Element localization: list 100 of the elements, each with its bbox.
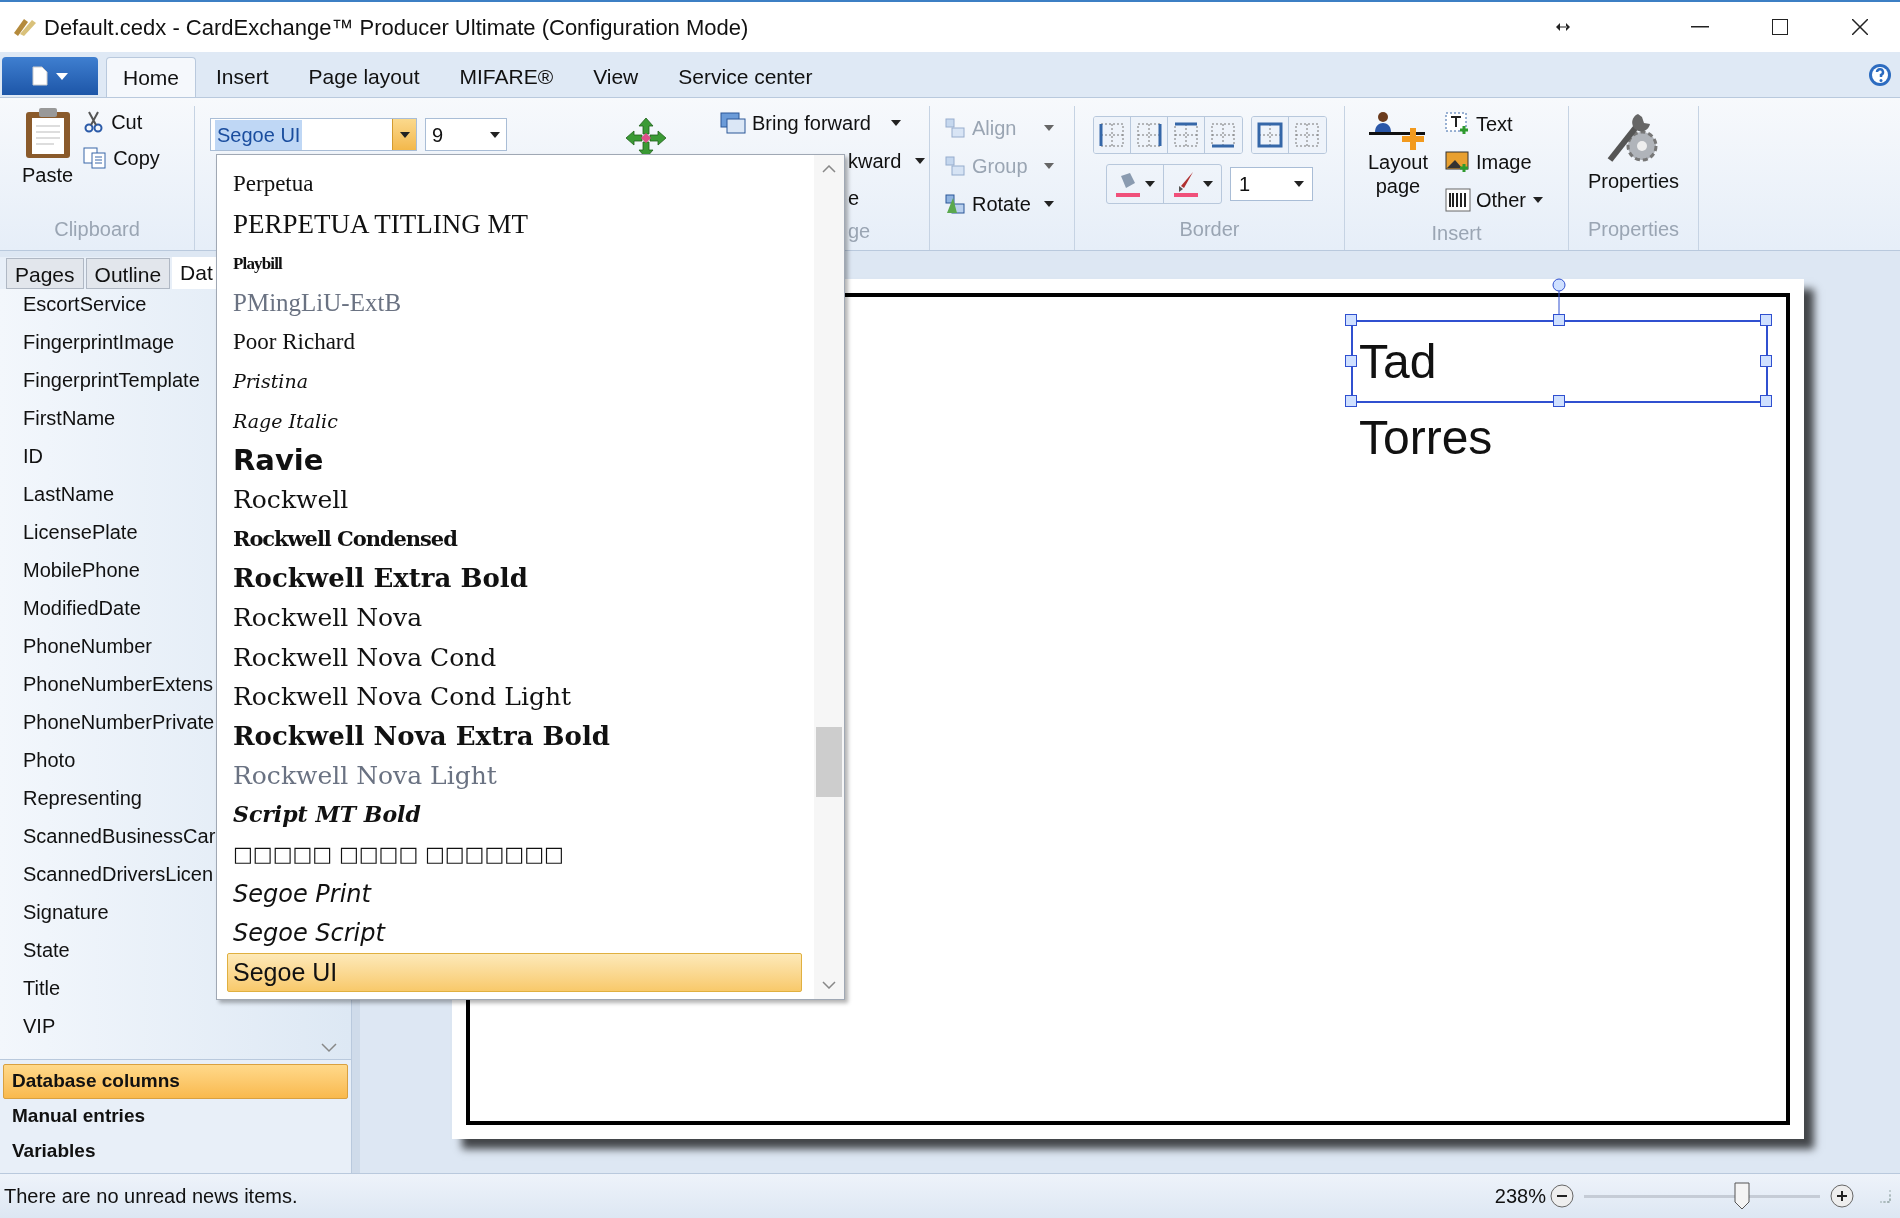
font-option[interactable]: Segoe Print (227, 874, 802, 914)
app-icon (12, 17, 38, 37)
panel-tab[interactable]: Outline (85, 258, 171, 289)
font-option[interactable]: Rage Italic (227, 401, 802, 441)
caret-icon (1044, 163, 1054, 169)
text-field[interactable]: Tad (1359, 331, 1437, 392)
ribbon-button[interactable]: e (848, 180, 860, 216)
zoom-slider[interactable] (1584, 1181, 1820, 1211)
app-menu-button[interactable] (2, 57, 98, 95)
copy-button[interactable]: Copy (83, 142, 160, 174)
caret-icon (1145, 181, 1155, 187)
border-icon (1294, 122, 1320, 148)
font-option[interactable]: Pristina (227, 361, 802, 402)
font-option[interactable]: Rockwell Nova Extra Bold (227, 716, 802, 756)
group-label: Insert (1430, 221, 1483, 246)
group-label: ge (847, 219, 872, 244)
insert-button[interactable]: Image (1445, 144, 1544, 180)
resize-handle[interactable] (1345, 314, 1357, 326)
scroll-down-icon[interactable] (321, 1043, 337, 1053)
resize-handle[interactable] (1345, 395, 1357, 407)
resize-handle[interactable] (1760, 314, 1772, 326)
send-backward-button[interactable]: kward (848, 142, 926, 180)
section-item[interactable]: Variables (3, 1134, 348, 1169)
font-option[interactable]: Segoe UI (227, 952, 802, 993)
caret-icon (399, 131, 410, 138)
caret-icon (1044, 201, 1054, 207)
section-item[interactable]: Manual entries (3, 1099, 348, 1134)
close-icon (1852, 19, 1868, 35)
slider-thumb[interactable] (1734, 1182, 1751, 1210)
minimize-icon (1691, 26, 1709, 28)
resize-handle[interactable] (1552, 314, 1565, 326)
caret-icon (890, 120, 901, 126)
font-option[interactable]: Rockwell Extra Bold (227, 558, 802, 599)
border-button[interactable] (1130, 117, 1168, 153)
layout-page-button[interactable]: Layout page (1365, 106, 1431, 218)
border-button[interactable] (1167, 117, 1205, 153)
border-icon (1135, 122, 1162, 148)
ribbon-tab[interactable]: Insert (196, 57, 289, 97)
font-option[interactable]: Playbill (227, 243, 802, 284)
paste-button[interactable]: Paste (22, 106, 74, 214)
zoom-percent: 238% (1494, 1184, 1546, 1209)
ribbon-tab[interactable]: Page layout (288, 57, 440, 97)
border-button[interactable] (1093, 117, 1131, 153)
properties-button[interactable]: Properties (1569, 106, 1698, 214)
font-option[interactable]: PMingLiU-ExtB (227, 283, 802, 323)
font-option[interactable]: PERPETUA TITLING MT (227, 204, 802, 244)
font-option[interactable]: Rockwell Condensed (227, 519, 802, 559)
clipboard-icon (23, 106, 72, 160)
insert-button[interactable]: Text (1445, 106, 1544, 142)
tool-button[interactable]: Rotate (944, 186, 1074, 222)
font-option[interactable]: Rockwell Nova Cond Light (227, 677, 802, 717)
resize-handle[interactable] (1760, 395, 1772, 407)
zoom-in-icon[interactable] (1830, 1184, 1854, 1208)
border-button[interactable] (1204, 117, 1242, 153)
font-option[interactable]: Script MT Bold (227, 795, 802, 835)
scrollbar-thumb[interactable] (816, 727, 842, 797)
font-name-combo[interactable]: Segoe UI (210, 118, 417, 151)
resize-handle[interactable] (1760, 354, 1772, 367)
dropdown-arrow-button[interactable] (392, 119, 416, 150)
person-plus-icon (1369, 110, 1427, 150)
font-option[interactable]: Poor Richard (227, 322, 802, 362)
ribbon-tab[interactable]: MIFARE® (439, 57, 574, 97)
font-option[interactable]: Perpetua (227, 165, 802, 205)
resize-handle[interactable] (1345, 354, 1357, 367)
group-label: Border (1179, 217, 1240, 242)
insert-button[interactable]: Other (1445, 182, 1544, 218)
paint-bucket-icon (1115, 170, 1141, 198)
border-icon (1210, 122, 1236, 148)
zoom-out-icon[interactable] (1550, 1184, 1574, 1208)
copy-icon (83, 147, 108, 169)
text-field[interactable]: Torres (1359, 407, 1493, 468)
section-item[interactable]: Database columns (3, 1064, 348, 1099)
font-option[interactable]: Segoe Script (227, 913, 802, 953)
scroll-down-icon[interactable] (822, 981, 836, 989)
font-option[interactable]: Rockwell (227, 480, 802, 520)
barcode-icon (1445, 188, 1471, 212)
text-box-icon (1445, 112, 1471, 136)
image-icon (1445, 150, 1471, 174)
border-width-combo[interactable]: 1 (1230, 167, 1313, 201)
scroll-up-icon[interactable] (822, 165, 836, 173)
dropdown-scrollbar[interactable] (814, 155, 844, 999)
maximize-icon (1772, 19, 1788, 35)
border-button[interactable] (1251, 117, 1289, 153)
column-item[interactable]: VIP (0, 1007, 351, 1045)
ribbon-tab[interactable]: Home (106, 57, 197, 97)
ribbon-tab[interactable]: Service center (658, 57, 833, 97)
resize-handle[interactable] (1552, 395, 1565, 407)
cut-button[interactable]: Cut (83, 106, 160, 138)
font-size-combo[interactable]: 9 (425, 118, 507, 151)
font-option[interactable]: Rockwell Nova (227, 598, 802, 638)
help-icon[interactable] (1868, 63, 1892, 87)
font-option[interactable]: Ravie (227, 440, 802, 481)
ribbon-tab[interactable]: View (573, 57, 659, 97)
font-option[interactable]: □□□□□ □□□□ □□□□□□□ (227, 834, 802, 875)
panel-tab[interactable]: Pages (6, 258, 84, 289)
group-label: Properties (1586, 217, 1681, 242)
bring-forward-button[interactable]: Bring forward (720, 106, 901, 140)
font-option[interactable]: Rockwell Nova Light (227, 755, 802, 796)
font-option[interactable]: Rockwell Nova Cond (227, 637, 802, 678)
caret-icon (915, 158, 926, 164)
